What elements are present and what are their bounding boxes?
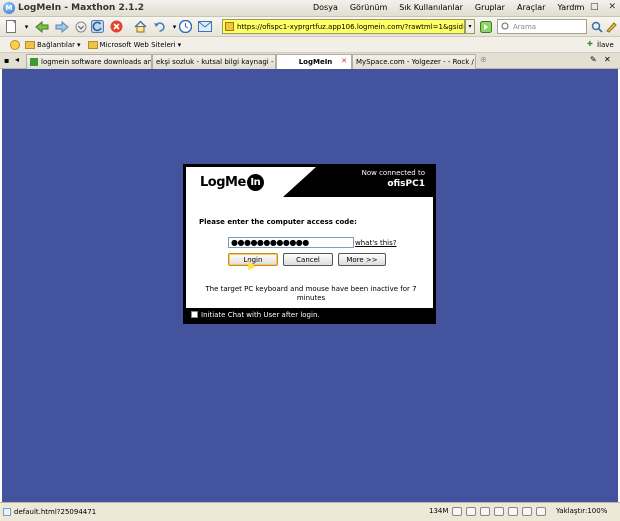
address-bar[interactable]: https://ofispc1-xyprgrtfuz.app106.logmei… xyxy=(222,19,465,34)
bookmark-connections[interactable]: Bağlantılar xyxy=(37,41,75,49)
tab-scroll-icon[interactable]: ◂ xyxy=(15,55,19,64)
maximize-icon[interactable]: □ xyxy=(590,2,599,12)
status-url: default.html?25094471 xyxy=(14,508,97,516)
forward-icon[interactable] xyxy=(54,19,69,34)
image-toggle-icon[interactable] xyxy=(522,507,532,516)
menu-item-view[interactable]: Görünüm xyxy=(350,3,387,12)
chat-checkbox[interactable] xyxy=(191,311,198,318)
clock-icon[interactable] xyxy=(178,19,193,34)
window-title: LogMeIn - Maxthon 2.1.2 xyxy=(18,3,145,13)
zoom-level[interactable]: Yaklaştır:100% xyxy=(556,507,607,515)
dialog-header: LogMe In Now connected to ofisPC1 xyxy=(186,167,433,197)
ad-hunter-icon[interactable] xyxy=(466,507,476,516)
chat-checkbox-label: Initiate Chat with User after login. xyxy=(201,310,320,319)
favorites-icon[interactable] xyxy=(10,39,20,50)
close-icon[interactable]: ✕ xyxy=(608,2,616,12)
memory-usage[interactable]: 134M xyxy=(429,507,448,515)
bookmarks-bar: Bağlantılar ▾ Microsoft Web Siteleri ▾ ✚… xyxy=(0,37,620,53)
close-tab-icon[interactable]: ✕ xyxy=(341,57,347,65)
whats-this-link[interactable]: what's this? xyxy=(355,239,396,247)
proxy-icon[interactable] xyxy=(480,507,490,516)
menu-item-favorites[interactable]: Sık Kullanılanlar xyxy=(399,3,463,12)
more-button[interactable]: More >> xyxy=(338,253,386,266)
popup-blocker-icon[interactable] xyxy=(452,507,462,516)
cancel-button[interactable]: Cancel xyxy=(283,253,333,266)
mail-icon[interactable] xyxy=(197,19,212,34)
new-tab-dropdown-icon[interactable]: ▾ xyxy=(19,19,34,34)
bookmark-microsoft-sites[interactable]: Microsoft Web Siteleri xyxy=(100,41,176,49)
menu-bar: Dosya Görünüm Sık Kullanılanlar Gruplar … xyxy=(313,3,584,12)
home-icon[interactable] xyxy=(133,19,148,34)
dialog-footer: Initiate Chat with User after login. xyxy=(186,308,433,321)
new-tab-icon[interactable]: ⊕ xyxy=(480,55,487,64)
search-icon[interactable] xyxy=(589,19,604,34)
folder-icon xyxy=(25,40,35,49)
menu-item-tools[interactable]: Araçlar xyxy=(517,3,545,12)
title-bar: M LogMeIn - Maxthon 2.1.2 Dosya Görünüm … xyxy=(0,0,620,17)
download-icon[interactable] xyxy=(494,507,504,516)
address-input[interactable]: https://ofispc1-xyprgrtfuz.app106.logmei… xyxy=(237,23,464,31)
undo-close-tab-icon[interactable] xyxy=(152,19,167,34)
connections-dropdown-icon[interactable]: ▾ xyxy=(77,41,81,49)
history-dropdown-icon[interactable] xyxy=(73,19,88,34)
security-icon[interactable] xyxy=(536,507,546,516)
access-code-input[interactable]: ●●●●●●●●●●●● xyxy=(228,237,354,248)
logmein-logo: LogMe In xyxy=(200,174,264,191)
microsoft-sites-dropdown-icon[interactable]: ▾ xyxy=(178,41,182,49)
window-controls: ─ □ ✕ xyxy=(575,2,616,12)
plugins-button[interactable]: İlave xyxy=(597,41,614,49)
search-box[interactable]: Arama xyxy=(497,19,587,34)
login-dialog: LogMe In Now connected to ofisPC1 Please … xyxy=(183,164,436,324)
tab-logmein[interactable]: LogMeIn ✕ xyxy=(276,54,352,69)
back-icon[interactable] xyxy=(34,19,49,34)
menu-item-file[interactable]: Dosya xyxy=(313,3,338,12)
search-engine-icon xyxy=(501,22,509,30)
menu-item-groups[interactable]: Gruplar xyxy=(475,3,505,12)
site-favicon-icon xyxy=(30,58,38,66)
refresh-icon[interactable] xyxy=(90,19,105,34)
navigation-toolbar: ▾ ▾ https://ofispc1-xyprgrtfuz.app106.lo… xyxy=(0,17,620,37)
minimize-icon[interactable]: ─ xyxy=(575,2,580,12)
search-input[interactable]: Arama xyxy=(513,23,536,31)
now-connected-label: Now connected to xyxy=(361,169,425,177)
plugin-icon[interactable]: ✚ xyxy=(587,40,593,48)
tab-logmein-downloads[interactable]: logmein software downloads and... xyxy=(26,54,152,69)
status-bar: default.html?25094471 134M Yaklaştır:100… xyxy=(0,502,620,521)
tab-bar: ▪ ◂ logmein software downloads and... ek… xyxy=(0,53,620,69)
page-icon xyxy=(225,22,234,31)
access-code-prompt: Please enter the computer access code: xyxy=(199,218,357,226)
go-icon[interactable] xyxy=(478,19,493,34)
stop-icon[interactable] xyxy=(109,19,124,34)
folder-icon xyxy=(87,40,98,49)
tab-myspace[interactable]: MySpace.com - Yolgezer - - Rock / A... xyxy=(352,54,476,69)
maxthon-app-icon: M xyxy=(3,2,15,14)
highlight-icon[interactable] xyxy=(603,19,618,34)
tab-list-icon[interactable]: ▪ xyxy=(4,56,9,65)
close-all-tabs-icon[interactable]: ✕ xyxy=(604,55,611,64)
inactivity-note: The target PC keyboard and mouse have be… xyxy=(205,285,417,302)
computer-name: ofisPC1 xyxy=(387,179,425,189)
new-tab-icon[interactable] xyxy=(3,19,18,34)
tab-options-icon[interactable]: ✎ xyxy=(590,55,597,64)
address-dropdown-icon[interactable]: ▾ xyxy=(465,19,475,34)
tab-eksi-sozluk[interactable]: ekşi sozluk - kutsal bilgi kaynagi - log… xyxy=(152,54,276,69)
sound-icon[interactable] xyxy=(508,507,518,516)
page-status-icon xyxy=(3,508,11,516)
